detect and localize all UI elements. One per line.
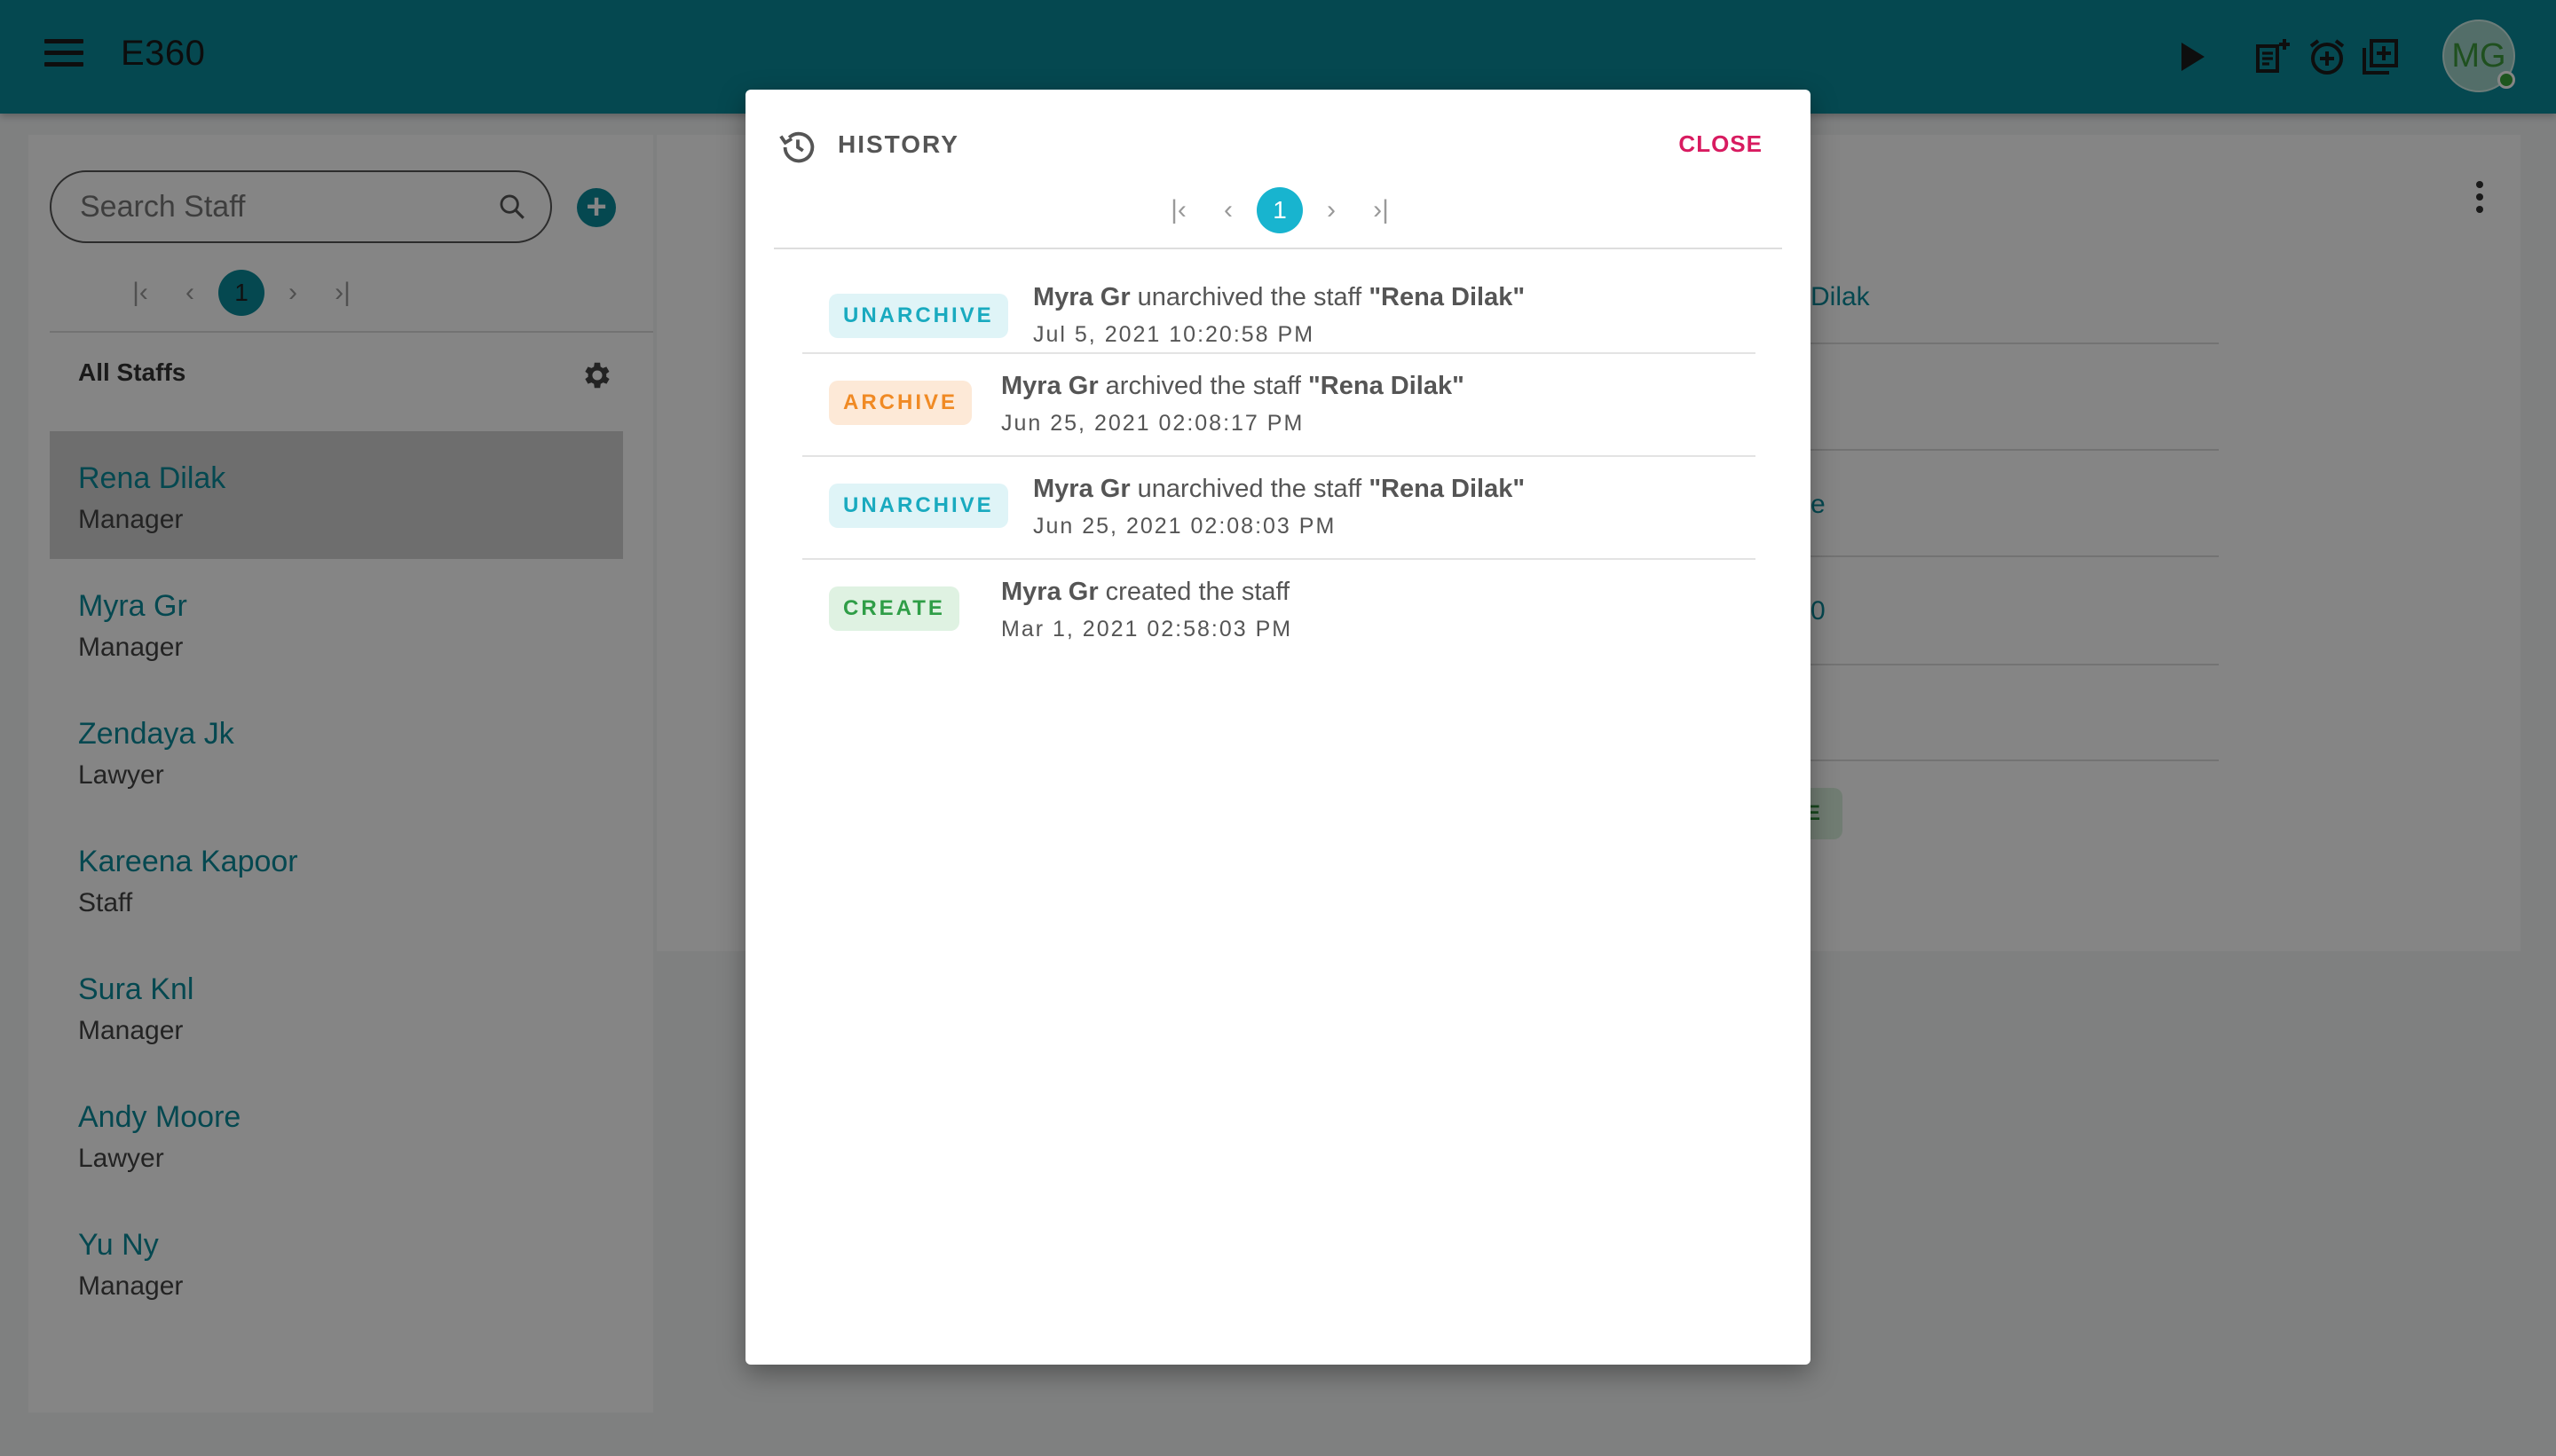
history-icon: [779, 131, 815, 163]
first-page-icon[interactable]: |‹: [1154, 195, 1203, 225]
history-actor: Myra Gr: [1001, 578, 1099, 606]
history-action: unarchived the staff: [1130, 475, 1369, 503]
history-pager: |‹ ‹ 1 › ›|: [1154, 187, 1406, 233]
history-target: "Rena Dilak": [1369, 283, 1526, 311]
history-action: created the staff: [1098, 578, 1290, 606]
history-tag-unarchive: UNARCHIVE: [829, 294, 1008, 338]
history-actor: Myra Gr: [1001, 372, 1099, 400]
history-entry: ARCHIVE Myra Gr archived the staff "Rena…: [802, 354, 1755, 457]
current-page[interactable]: 1: [1257, 187, 1303, 233]
close-button[interactable]: CLOSE: [1678, 130, 1763, 158]
prev-page-icon[interactable]: ‹: [1203, 195, 1253, 225]
history-action: unarchived the staff: [1130, 283, 1369, 311]
history-actor: Myra Gr: [1033, 283, 1131, 311]
history-entry: UNARCHIVE Myra Gr unarchived the staff "…: [802, 251, 1755, 354]
history-timestamp: Mar 1, 2021 02:58:03 PM: [1001, 617, 1293, 641]
history-target: "Rena Dilak": [1308, 372, 1464, 400]
history-dialog: HISTORY CLOSE |‹ ‹ 1 › ›| UNARCHIVE Myra…: [746, 90, 1810, 1365]
next-page-icon[interactable]: ›: [1306, 195, 1356, 225]
history-entry-text: Myra Gr created the staff: [1001, 578, 1290, 607]
history-target: "Rena Dilak": [1369, 475, 1526, 503]
history-entry: UNARCHIVE Myra Gr unarchived the staff "…: [802, 457, 1755, 560]
history-tag-archive: ARCHIVE: [829, 381, 973, 425]
last-page-icon[interactable]: ›|: [1356, 195, 1406, 225]
divider: [774, 248, 1782, 249]
history-timestamp: Jun 25, 2021 02:08:17 PM: [1001, 411, 1305, 436]
history-actor: Myra Gr: [1033, 475, 1131, 503]
history-entry-text: Myra Gr archived the staff "Rena Dilak": [1001, 372, 1464, 401]
history-tag-unarchive: UNARCHIVE: [829, 484, 1008, 528]
history-list: UNARCHIVE Myra Gr unarchived the staff "…: [802, 251, 1755, 663]
history-timestamp: Jul 5, 2021 10:20:58 PM: [1033, 322, 1315, 347]
history-entry-text: Myra Gr unarchived the staff "Rena Dilak…: [1033, 283, 1525, 312]
history-action: archived the staff: [1098, 372, 1309, 400]
history-entry-text: Myra Gr unarchived the staff "Rena Dilak…: [1033, 475, 1525, 504]
history-tag-create: CREATE: [829, 586, 959, 631]
dialog-title: HISTORY: [838, 130, 959, 158]
history-timestamp: Jun 25, 2021 02:08:03 PM: [1033, 514, 1337, 539]
history-entry: CREATE Myra Gr created the staff Mar 1, …: [802, 560, 1755, 663]
